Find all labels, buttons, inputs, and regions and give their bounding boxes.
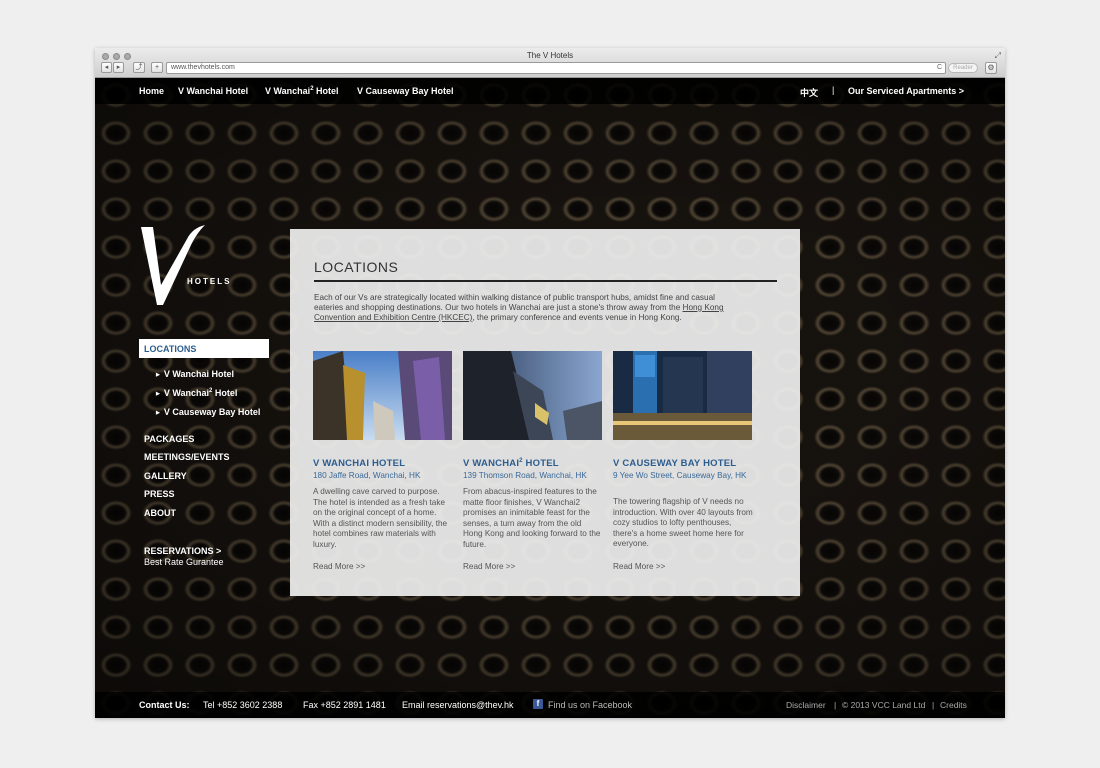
top-navigation: Home V Wanchai Hotel V Wanchai2 Hotel V … — [95, 78, 1005, 104]
sidenav-about[interactable]: ABOUT — [144, 508, 176, 518]
topnav-separator: | — [832, 85, 835, 95]
browser-toolbar: The V Hotels ⤢ ◂ ▸ ⤴ + www.thevhotels.co… — [95, 48, 1005, 78]
locations-panel: LOCATIONS Each of our Vs are strategical… — [290, 229, 800, 596]
add-bookmark-button[interactable]: + — [151, 62, 163, 73]
best-rate-guarantee-link[interactable]: Best Rate Gurantee — [144, 557, 224, 567]
hotel-name-v-causeway-bay[interactable]: V CAUSEWAY BAY HOTEL — [613, 458, 736, 469]
read-more-link-v-wanchai[interactable]: Read More >> — [313, 562, 365, 571]
resize-icon[interactable]: ⤢ — [995, 51, 1001, 61]
sidenav-gallery[interactable]: GALLERY — [144, 471, 187, 481]
serviced-apartments-link[interactable]: Our Serviced Apartments > — [848, 86, 964, 96]
credits-link[interactable]: Credits — [940, 700, 967, 710]
reload-icon[interactable]: C — [937, 63, 942, 73]
logo-wordmark: HOTELS — [187, 277, 232, 286]
fax: Fax +852 2891 1481 — [303, 700, 386, 710]
footer-separator: | — [932, 700, 935, 710]
footer-separator: | — [834, 700, 837, 710]
hotel-description: A dwelling cave carved to purpose. The h… — [313, 487, 448, 549]
window-title: The V Hotels — [526, 51, 574, 60]
bullet-icon: ▶ — [156, 410, 160, 416]
hotel-address: 139 Thomson Road, Wanchai, HK — [463, 471, 587, 480]
bullet-icon: ▶ — [156, 391, 160, 397]
topnav-v-wanchai[interactable]: V Wanchai Hotel — [178, 86, 248, 96]
read-more-link-v-wanchai2[interactable]: Read More >> — [463, 562, 515, 571]
browser-window: The V Hotels ⤢ ◂ ▸ ⤴ + www.thevhotels.co… — [95, 48, 1005, 718]
copyright: © 2013 VCC Land Ltd — [842, 700, 926, 710]
hotel-description: From abacus-inspired features to the mat… — [463, 487, 601, 549]
hotel-photo-v-wanchai[interactable] — [313, 351, 452, 440]
topnav-v-causeway-bay[interactable]: V Causeway Bay Hotel — [357, 86, 454, 96]
sidenav-press[interactable]: PRESS — [144, 489, 175, 499]
hotel-photo-v-wanchai2[interactable] — [463, 351, 602, 440]
bullet-icon: ▶ — [156, 372, 160, 378]
web-page: Home V Wanchai Hotel V Wanchai2 Hotel V … — [95, 78, 1005, 718]
v-logo-mark — [141, 225, 205, 305]
sidenav-v-wanchai2[interactable]: ▶ V Wanchai2 Hotel — [156, 388, 237, 398]
hotel-name-v-wanchai2[interactable]: V WANCHAI2 HOTEL — [463, 458, 559, 469]
back-button[interactable]: ◂ — [101, 62, 112, 73]
share-button[interactable]: ⤴ — [133, 62, 145, 73]
v-hotels-logo[interactable]: HOTELS — [139, 225, 229, 307]
reservations-link[interactable]: RESERVATIONS > — [144, 546, 221, 556]
disclaimer-link[interactable]: Disclaimer — [786, 700, 826, 710]
facebook-icon[interactable]: f — [533, 699, 543, 709]
email-link[interactable]: Email reservations@thev.hk — [402, 700, 514, 710]
address-bar[interactable]: www.thevhotels.com C — [166, 62, 946, 74]
forward-button[interactable]: ▸ — [113, 62, 124, 73]
title-divider — [314, 280, 777, 282]
read-more-link-v-causeway-bay[interactable]: Read More >> — [613, 562, 665, 571]
hotel-photo-v-causeway-bay[interactable] — [613, 351, 752, 440]
page-title: LOCATIONS — [314, 259, 399, 275]
topnav-home[interactable]: Home — [139, 86, 164, 96]
sidenav-locations[interactable]: LOCATIONS — [139, 339, 269, 358]
sidenav-v-causeway-bay[interactable]: ▶ V Causeway Bay Hotel — [156, 407, 260, 417]
hotel-address: 180 Jaffe Road, Wanchai, HK — [313, 471, 421, 480]
hotel-description: The towering flagship of V needs no intr… — [613, 497, 753, 548]
sidenav-packages[interactable]: PACKAGES — [144, 434, 194, 444]
contact-label: Contact Us: — [139, 700, 190, 710]
intro-paragraph: Each of our Vs are strategically located… — [314, 293, 724, 322]
reader-button[interactable]: Reader — [948, 63, 978, 73]
hotel-name-v-wanchai[interactable]: V WANCHAI HOTEL — [313, 458, 405, 469]
footer: Contact Us: Tel +852 3602 2388 Fax +852 … — [95, 692, 1005, 718]
facebook-link[interactable]: Find us on Facebook — [548, 700, 632, 710]
language-switch[interactable]: 中文 — [800, 86, 818, 99]
topnav-v-wanchai2[interactable]: V Wanchai2 Hotel — [265, 86, 339, 96]
hotel-address: 9 Yee Wo Street, Causeway Bay, HK — [613, 471, 747, 480]
gear-icon[interactable]: ⚙ — [985, 62, 997, 74]
sidenav-meetings-events[interactable]: MEETINGS/EVENTS — [144, 452, 230, 462]
url-text: www.thevhotels.com — [171, 64, 235, 71]
telephone: Tel +852 3602 2388 — [203, 700, 283, 710]
sidenav-v-wanchai[interactable]: ▶ V Wanchai Hotel — [156, 369, 234, 379]
